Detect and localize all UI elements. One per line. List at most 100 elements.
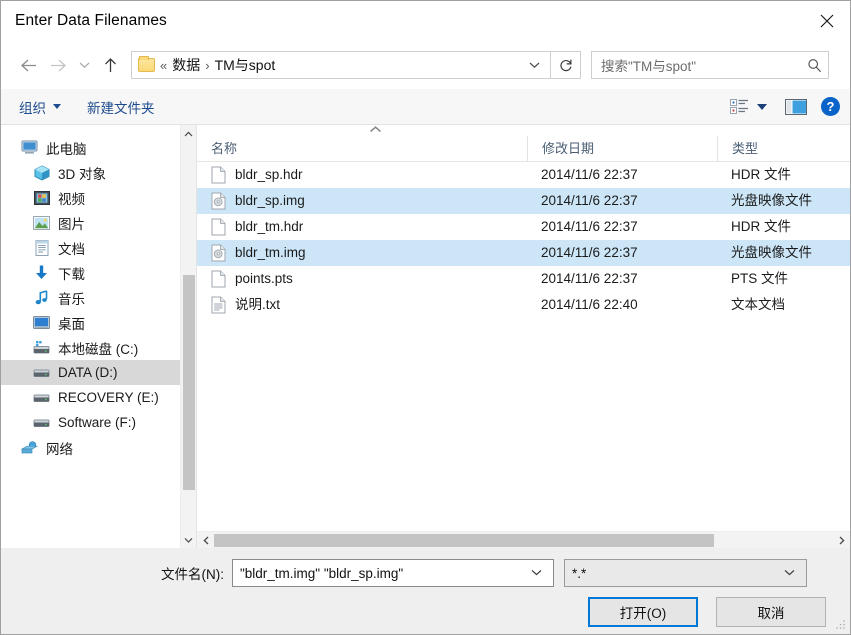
- organize-button[interactable]: 组织: [19, 97, 61, 117]
- horizontal-scrollbar[interactable]: [197, 531, 850, 548]
- disc-image-icon: [211, 244, 226, 262]
- sidebar-item[interactable]: 图片: [1, 210, 180, 235]
- filename-input[interactable]: "bldr_tm.img" "bldr_sp.img": [240, 566, 524, 581]
- sidebar-item[interactable]: 文档: [1, 235, 180, 260]
- blank-file-icon: [211, 166, 226, 184]
- new-folder-button[interactable]: 新建文件夹: [87, 97, 155, 117]
- sidebar-item[interactable]: RECOVERY (E:): [1, 385, 180, 410]
- sidebar-item-label: 本地磁盘 (C:): [58, 341, 139, 357]
- filename-combobox[interactable]: "bldr_tm.img" "bldr_sp.img": [232, 559, 554, 587]
- file-row[interactable]: bldr_tm.img 2014/11/6 22:37 光盘映像文件: [197, 240, 850, 266]
- sidebar-item-label: 网络: [46, 441, 73, 457]
- forward-button[interactable]: [43, 50, 73, 80]
- chevron-down-icon: [531, 569, 542, 576]
- hscroll-thumb[interactable]: [214, 533, 714, 547]
- file-row[interactable]: bldr_sp.img 2014/11/6 22:37 光盘映像文件: [197, 188, 850, 214]
- up-one-level-button[interactable]: [95, 50, 125, 80]
- address-dropdown-button[interactable]: [523, 58, 546, 72]
- column-header-type[interactable]: 类型: [717, 135, 848, 162]
- file-row[interactable]: 说明.txt 2014/11/6 22:40 文本文档: [197, 292, 850, 318]
- file-list-rows: bldr_sp.hdr 2014/11/6 22:37 HDR 文件 bldr_sp.…: [197, 162, 850, 531]
- close-button[interactable]: [804, 1, 850, 41]
- command-bar: 组织 新建文件夹 ?: [1, 89, 850, 125]
- sidebar-item[interactable]: 下载: [1, 260, 180, 285]
- dialog-footer: 文件名(N): "bldr_tm.img" "bldr_sp.img" *.*: [1, 548, 850, 634]
- file-date-cell: 2014/11/6 22:37: [541, 245, 638, 260]
- address-bar[interactable]: « 数据 › TM与spot: [131, 51, 551, 79]
- file-row[interactable]: bldr_tm.hdr 2014/11/6 22:37 HDR 文件: [197, 214, 850, 240]
- search-icon[interactable]: [807, 58, 822, 73]
- blank-file-icon: [211, 270, 226, 288]
- file-name-cell: bldr_sp.hdr: [197, 162, 527, 188]
- sidebar-item-label: DATA (D:): [58, 365, 118, 380]
- back-button[interactable]: [13, 50, 43, 80]
- change-view-button[interactable]: [730, 98, 749, 115]
- breadcrumb-overflow[interactable]: «: [155, 58, 172, 73]
- sidebar-item-label: 3D 对象: [58, 166, 107, 182]
- help-button[interactable]: ?: [821, 97, 840, 116]
- breadcrumb-parent[interactable]: 数据: [172, 55, 200, 75]
- footer-button-row: 打开(O) 取消: [1, 597, 850, 627]
- file-list-header: 名称 修改日期 类型: [197, 135, 850, 162]
- breadcrumb-current[interactable]: TM与spot: [215, 55, 276, 75]
- column-header-name[interactable]: 名称: [197, 136, 527, 162]
- sidebar-item[interactable]: 视频: [1, 185, 180, 210]
- file-row[interactable]: points.pts 2014/11/6 22:37 PTS 文件: [197, 266, 850, 292]
- breadcrumb-separator: ›: [205, 57, 210, 73]
- file-row[interactable]: bldr_sp.hdr 2014/11/6 22:37 HDR 文件: [197, 162, 850, 188]
- hscroll-right-button[interactable]: [833, 532, 850, 549]
- disc-image-icon: [211, 192, 226, 210]
- view-options-caret[interactable]: [757, 103, 767, 110]
- file-date-cell: 2014/11/6 22:37: [541, 219, 638, 234]
- chevron-up-icon: [184, 131, 193, 136]
- sidebar-scrollbar-thumb[interactable]: [183, 275, 195, 490]
- this-pc-icon: [21, 140, 38, 156]
- sidebar-item-label: 音乐: [58, 291, 85, 307]
- preview-pane-icon: [785, 98, 807, 115]
- sidebar-item[interactable]: 网络: [1, 435, 180, 460]
- file-date-cell: 2014/11/6 22:37: [541, 271, 638, 286]
- sidebar-scroll-up-button[interactable]: [181, 125, 197, 142]
- sidebar-item[interactable]: 3D 对象: [1, 160, 180, 185]
- system-drive-icon: [33, 340, 50, 356]
- sidebar-item[interactable]: Software (F:): [1, 410, 180, 435]
- hscroll-left-button[interactable]: [197, 532, 214, 549]
- resize-grip-icon[interactable]: [835, 619, 846, 630]
- sidebar-item[interactable]: 本地磁盘 (C:): [1, 335, 180, 360]
- open-button[interactable]: 打开(O): [588, 597, 698, 627]
- filename-label: 文件名(N):: [161, 567, 224, 582]
- file-type-cell: HDR 文件: [731, 219, 791, 234]
- sidebar-item[interactable]: 音乐: [1, 285, 180, 310]
- column-header-date[interactable]: 修改日期: [527, 135, 717, 162]
- sidebar-item[interactable]: 此电脑: [1, 135, 180, 160]
- folder-icon: [138, 56, 155, 72]
- dialog-title: Enter Data Filenames: [15, 12, 167, 29]
- refresh-button[interactable]: [551, 51, 581, 79]
- file-name-cell: 说明.txt: [197, 292, 527, 318]
- chevron-down-icon: [53, 104, 61, 109]
- file-list-pane: 名称 修改日期 类型 bldr_sp.hdr 2014/11/6 22:37 HDR 文…: [197, 125, 850, 548]
- filename-dropdown-button[interactable]: [524, 567, 549, 579]
- file-type-filter-combobox[interactable]: *.*: [564, 559, 807, 587]
- search-input[interactable]: 搜索"TM与spot": [601, 55, 807, 75]
- file-name-cell: bldr_tm.img: [197, 240, 527, 266]
- file-name-label: bldr_sp.img: [235, 193, 305, 208]
- sidebar-item[interactable]: DATA (D:): [1, 360, 180, 385]
- chevron-down-icon: [784, 569, 795, 576]
- recent-locations-button[interactable]: [73, 50, 95, 80]
- help-label: ?: [826, 99, 835, 114]
- file-name-label: bldr_tm.img: [235, 245, 306, 260]
- navigation-bar: « 数据 › TM与spot 搜索"TM与spot": [1, 41, 850, 89]
- cancel-button[interactable]: 取消: [716, 597, 826, 627]
- file-type-cell: 光盘映像文件: [731, 193, 812, 208]
- sidebar-scrollbar[interactable]: [180, 125, 196, 548]
- sidebar-scroll-down-button[interactable]: [181, 531, 197, 548]
- file-name-label: 说明.txt: [235, 297, 281, 312]
- sidebar-item-label: 桌面: [58, 316, 85, 332]
- open-button-label: 打开(O): [619, 606, 667, 621]
- sidebar-item[interactable]: 桌面: [1, 310, 180, 335]
- filter-dropdown-button[interactable]: [777, 567, 802, 579]
- search-box[interactable]: 搜索"TM与spot": [591, 51, 829, 79]
- filename-row: 文件名(N): "bldr_tm.img" "bldr_sp.img" *.*: [1, 548, 850, 587]
- preview-pane-button[interactable]: [785, 98, 807, 115]
